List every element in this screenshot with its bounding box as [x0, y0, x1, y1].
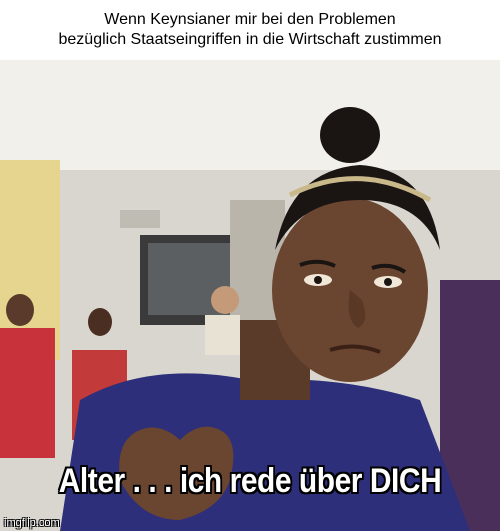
- top-caption: Wenn Keynsianer mir bei den Problemen be…: [0, 10, 500, 50]
- imgflip-watermark: imgflip.com: [4, 517, 60, 529]
- top-caption-line-1: Wenn Keynsianer mir bei den Problemen: [104, 11, 396, 28]
- meme-container: Wenn Keynsianer mir bei den Problemen be…: [0, 0, 500, 531]
- meme-photo-illustration: [0, 60, 500, 531]
- bottom-caption: Alter . . . ich rede über DICH: [58, 462, 442, 500]
- top-caption-line-2: bezüglich Staatseingriffen in die Wirtsc…: [58, 31, 442, 48]
- meme-photo: [0, 60, 500, 531]
